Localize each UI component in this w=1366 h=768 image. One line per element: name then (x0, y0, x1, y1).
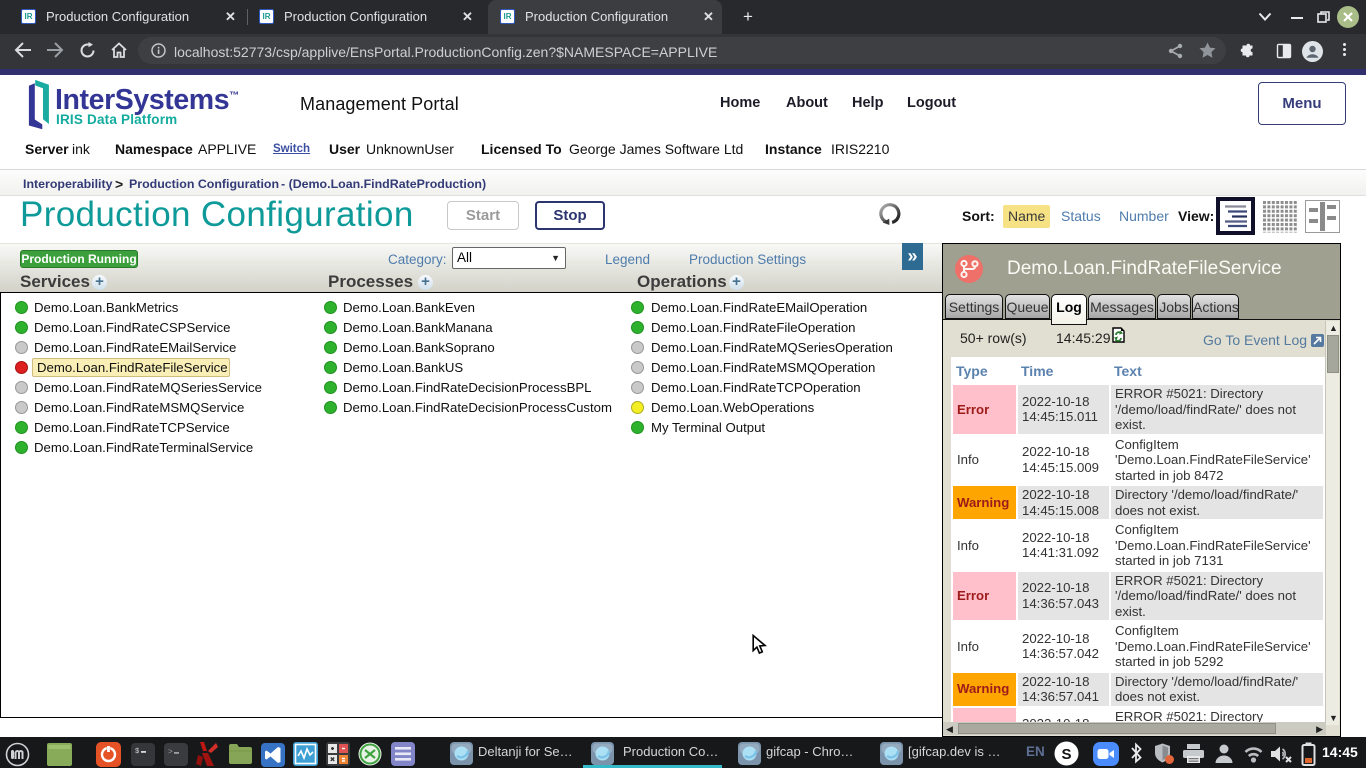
svg-text:S: S (1062, 746, 1072, 763)
svg-text:$: $ (135, 748, 139, 756)
svg-text:>: > (168, 748, 173, 757)
